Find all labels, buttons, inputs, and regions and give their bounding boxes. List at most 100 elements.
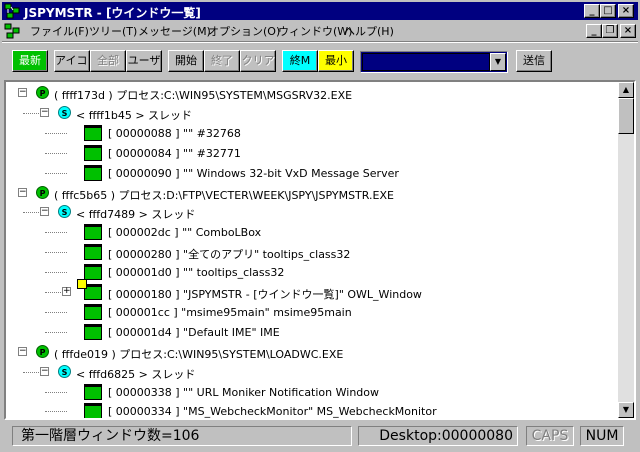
window-icon [84, 264, 102, 281]
menu-message[interactable]: メッセージ(M) [138, 23, 211, 39]
tree-node-label: ( fffc5b65 ) プロセス:D:\FTP\VECTER\WEEK\JSP… [54, 188, 394, 202]
tree-row-window[interactable]: [ 000001cc ] "msime95main" msime95main [6, 302, 618, 322]
refresh-button[interactable]: 最新 [12, 50, 48, 72]
end-button[interactable]: 終了 [204, 50, 240, 72]
tree-content: − P( ffff173d ) プロセス:C:\WIN95\SYSTEM\MSGS… [6, 82, 618, 418]
tree-row-window[interactable]: [ 00000334 ] "MS_WebcheckMonitor" MS_Web… [6, 401, 618, 418]
tree-node-label: [ 00000084 ] "" #32771 [108, 146, 241, 160]
tree-connector [45, 331, 67, 333]
tree-node-label: < fffd6825 > スレッド [76, 367, 196, 381]
menu-tree[interactable]: ツリー(T) [89, 23, 137, 39]
title-bar[interactable]: JSPYMSTR - [ウインドウ一覧] _ □ × [2, 2, 638, 20]
num-indicator: NUM [580, 426, 624, 446]
tree-row-window[interactable]: [ 00000280 ] "全てのアプリ" tooltips_class32 [6, 242, 618, 262]
message-combo[interactable]: ▼ [360, 51, 508, 73]
chevron-down-icon[interactable]: ▼ [490, 53, 506, 71]
window-title: JSPYMSTR - [ウインドウ一覧] [24, 6, 201, 20]
tree-node-label: [ 000001d0 ] "" tooltips_class32 [108, 266, 285, 280]
mdi-minimize-button[interactable]: _ [586, 24, 602, 38]
menu-window[interactable]: ウィンドウ(W) [278, 23, 352, 39]
tree-row-window[interactable]: [ 00000084 ] "" #32771 [6, 143, 618, 163]
tree-row-window[interactable]: [ 000001d4 ] "Default IME" IME [6, 322, 618, 342]
caps-indicator: CAPS [526, 426, 574, 446]
menu-option[interactable]: オプション(O) [208, 23, 280, 39]
menu-bar: ファイル(F) ツリー(T) メッセージ(M) オプション(O) ウィンドウ(W… [2, 21, 638, 40]
tree-row-process[interactable]: − P ( fffde019 ) プロセス:C:\WIN95\SYSTEM\LOAD… [6, 342, 618, 362]
app-icon [4, 3, 20, 19]
window-icon [84, 244, 102, 261]
tree-expander-collapse[interactable]: − [40, 366, 49, 376]
document-icon[interactable] [4, 23, 20, 39]
tree-expander-collapse[interactable]: − [18, 88, 27, 97]
tree-connector [45, 252, 67, 254]
tree-row-window[interactable]: [ 000002dc ] "" ComboLBox [6, 222, 618, 242]
status-bar: 第一階層ウィンドウ数=106 Desktop:00000080 CAPS NUM [2, 424, 638, 448]
thread-icon: S [58, 364, 71, 378]
end-m-button[interactable]: 終M [282, 50, 318, 72]
tree-expander-collapse[interactable]: − [40, 207, 49, 217]
tree-connector [45, 172, 67, 174]
clear-button[interactable]: クリア [240, 50, 276, 72]
start-button[interactable]: 開始 [168, 50, 204, 72]
tree-node-label: [ 00000088 ] "" #32768 [108, 126, 241, 140]
tree-node-label: [ 000001cc ] "msime95main" msime95main [108, 305, 352, 319]
menu-separator [2, 41, 638, 43]
process-icon: P [36, 185, 49, 199]
window-icon [84, 144, 102, 161]
tree-row-process[interactable]: − P ( fffc5b65 ) プロセス:D:\FTP\VECTER\WEEK\J… [6, 183, 618, 203]
all-button[interactable]: 全部 [90, 50, 126, 72]
tree-connector [45, 232, 67, 234]
close-button[interactable]: × [618, 4, 634, 18]
tree-node-label: [ 00000338 ] "" URL Moniker Notification… [108, 385, 379, 399]
tree-node-label: [ 000002dc ] "" ComboLBox [108, 226, 262, 240]
tree-row-window[interactable]: [ 00000338 ] "" URL Moniker Notification… [6, 382, 618, 402]
window-icon [84, 403, 102, 418]
process-icon: P [36, 86, 49, 99]
thread-icon: S [58, 105, 71, 119]
window-tree[interactable]: − P( ffff173d ) プロセス:C:\WIN95\SYSTEM\MSGS… [4, 80, 636, 420]
vertical-scrollbar[interactable]: ▲ ▼ [618, 82, 634, 418]
mdi-restore-button[interactable]: ❐ [602, 24, 618, 38]
minimize-tool-button[interactable]: 最小 [318, 50, 354, 72]
tree-row-process[interactable]: − P ( ffff173d ) プロセス:C:\WIN95\SYSTEM\MSGS… [6, 83, 618, 103]
icon-button[interactable]: アイコン [54, 50, 98, 72]
tree-expander-expand[interactable]: + [62, 287, 71, 296]
tree-node-label: [ 000001d4 ] "Default IME" IME [108, 325, 280, 339]
tree-node-label: [ 00000280 ] "全てのアプリ" tooltips_class32 [108, 248, 351, 262]
scroll-thumb[interactable] [618, 98, 634, 134]
window-icon [84, 224, 102, 241]
window-icon [84, 323, 102, 340]
menu-file[interactable]: ファイル(F) [30, 23, 89, 39]
combo-value[interactable] [362, 53, 490, 71]
tree-expander-collapse[interactable]: − [18, 187, 27, 197]
tree-node-label: < ffff1b45 > スレッド [76, 108, 193, 122]
user-button[interactable]: ユーザ [126, 50, 162, 72]
scroll-down-icon[interactable]: ▼ [618, 402, 634, 418]
thread-icon: S [58, 205, 71, 219]
window-icon [84, 164, 102, 181]
tree-row-thread[interactable]: − S < ffff1b45 > スレッド [6, 103, 618, 123]
maximize-button[interactable]: □ [600, 4, 616, 18]
tree-row-window[interactable]: [ 00000090 ] "" Windows 32-bit VxD Messa… [6, 163, 618, 183]
tree-row-thread[interactable]: − S < fffd7489 > スレッド [6, 202, 618, 222]
tree-row-window[interactable]: + [ 00000180 ] "JSPYMSTR - [ウインドウ一覧]" OWL… [6, 279, 618, 302]
main-window: JSPYMSTR - [ウインドウ一覧] _ □ × ファイル(F) ツリー(T… [0, 0, 640, 452]
toolbar: 最新 アイコン 全部 ユーザ 開始 終了 クリア 終M 最小 ▼ 送信 [2, 44, 638, 78]
tree-expander-collapse[interactable]: − [40, 107, 49, 117]
tree-row-thread[interactable]: − S < fffd6825 > スレッド [6, 362, 618, 382]
scroll-up-icon[interactable]: ▲ [618, 82, 634, 98]
tree-expander-collapse[interactable]: − [18, 346, 27, 356]
window-count-status: 第一階層ウィンドウ数=106 [12, 426, 352, 446]
child-window-marker [77, 279, 87, 289]
minimize-button[interactable]: _ [584, 4, 600, 18]
tree-row-window[interactable]: [ 000001d0 ] "" tooltips_class32 [6, 262, 618, 282]
tree-node-label: < fffd7489 > スレッド [76, 208, 196, 222]
send-button[interactable]: 送信 [516, 50, 552, 72]
window-icon [84, 124, 102, 141]
tree-row-window[interactable]: [ 00000088 ] "" #32768 [6, 123, 618, 143]
tree-connector [45, 311, 67, 313]
owl-window-icon [77, 279, 102, 300]
menu-help[interactable]: ヘルプ(H) [344, 23, 394, 39]
mdi-close-button[interactable]: × [620, 24, 636, 38]
tree-node-label: ( ffff173d ) プロセス:C:\WIN95\SYSTEM\MSGSRV… [54, 89, 353, 102]
